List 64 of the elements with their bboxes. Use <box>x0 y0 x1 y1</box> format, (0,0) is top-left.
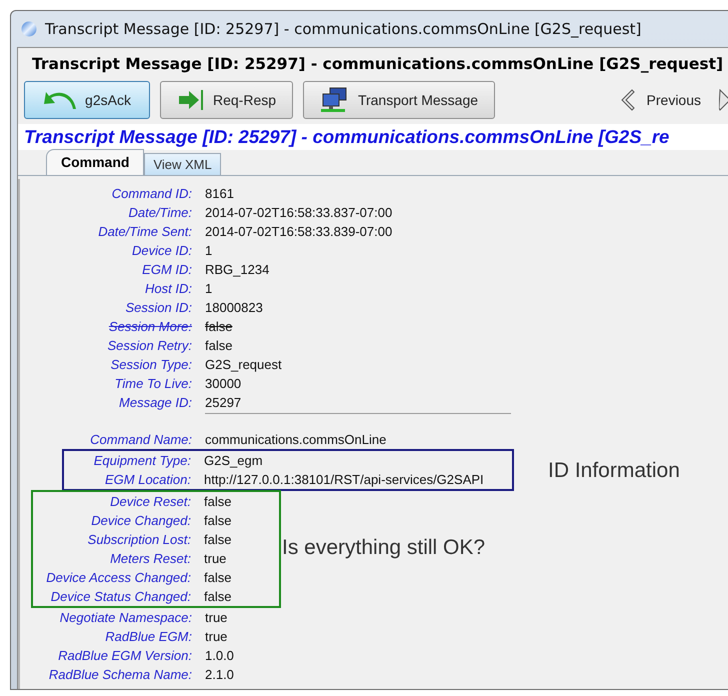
field-value: false <box>204 532 232 548</box>
window-title: Transcript Message [ID: 25297] - communications.commsOnLine [G2S_request] <box>45 18 642 40</box>
toolbar-button[interactable]: Transport Message <box>303 81 495 120</box>
field-label: Device ID: <box>132 243 192 258</box>
field-label: Command Name: <box>90 432 192 448</box>
field-value: 1.0.0 <box>205 648 234 664</box>
toolbar-button[interactable]: g2sAck <box>24 81 150 120</box>
tab[interactable]: Command <box>46 149 144 176</box>
field-value: true <box>205 629 228 644</box>
field-value: 18000823 <box>205 300 263 316</box>
field-label: EGM ID: <box>142 262 192 278</box>
field-value: 25297 <box>205 395 242 410</box>
field-value: true <box>205 610 228 626</box>
field-value: 2014-07-02T16:58:33.839-07:00 <box>205 224 392 240</box>
field-value: G2S_egm <box>204 453 263 468</box>
field-label: RadBlue Schema Name: <box>48 667 192 682</box>
field-label: Equipment Type: <box>94 453 191 468</box>
field-value: 1 <box>205 281 212 296</box>
dialog-title: Transcript Message [ID: 25297] - communications.commsOnLine [G2S_request] <box>31 54 724 75</box>
field-label: Host ID: <box>145 281 192 296</box>
field-value: false <box>204 570 232 586</box>
field-value: G2S_request <box>205 357 282 372</box>
right-arrow-icon <box>176 89 205 112</box>
field-value: RBG_1234 <box>205 262 270 278</box>
field-value: communications.commsOnLine <box>205 432 386 448</box>
field-label: Device Reset: <box>110 494 191 510</box>
field-label: RadBlue EGM Version: <box>58 648 192 664</box>
field-label: EGM Location: <box>105 472 191 488</box>
field-label: Negotiate Namespace: <box>60 610 192 626</box>
message-heading: Transcript Message [ID: 25297] - communications.commsOnLine [G2S_re <box>18 124 728 150</box>
field-value: false <box>205 338 232 354</box>
toolbar-button[interactable]: Req-Resp <box>160 81 293 120</box>
field-label: Date/Time: <box>128 205 192 220</box>
field-value: 2014-07-02T16:58:33.837-07:00 <box>205 205 392 220</box>
field-value: false <box>204 494 232 510</box>
field-label: RadBlue EGM: <box>105 629 192 644</box>
field-label: Session Type: <box>110 357 192 372</box>
annotation-text: Is everything still OK? <box>282 535 486 562</box>
field-label: Subscription Lost: <box>88 532 191 548</box>
field-value: 8161 <box>205 186 234 202</box>
field-label: Meters Reset: <box>110 551 191 566</box>
chevron-left-icon <box>618 89 635 112</box>
annotation-text: ID Information <box>548 458 680 484</box>
field-label: Device Changed: <box>91 513 191 528</box>
previous-button[interactable]: Previous <box>618 89 701 112</box>
field-label: Time To Live: <box>114 376 192 392</box>
field-value: 30000 <box>205 376 242 392</box>
field-value: false <box>205 319 232 334</box>
field-label: Session More: <box>108 319 192 334</box>
field-value: http://127.0.0.1:38101/RST/api-services/G2SAPI <box>204 472 484 488</box>
field-label: Device Access Changed: <box>46 570 191 586</box>
tab[interactable]: View XML <box>144 153 221 176</box>
field-label: Command ID: <box>112 186 192 202</box>
field-label: Date/Time Sent: <box>98 224 192 240</box>
field-value: 2.1.0 <box>205 667 234 682</box>
field-label: Message ID: <box>119 395 192 410</box>
field-label: Session Retry: <box>107 338 192 354</box>
field-label: Device Status Changed: <box>50 589 191 604</box>
field-value: true <box>204 551 226 566</box>
field-label: Session ID: <box>126 300 192 316</box>
field-value: false <box>204 513 232 528</box>
app-icon <box>21 21 37 37</box>
field-value: false <box>204 589 232 604</box>
field-value: 1 <box>205 243 212 258</box>
